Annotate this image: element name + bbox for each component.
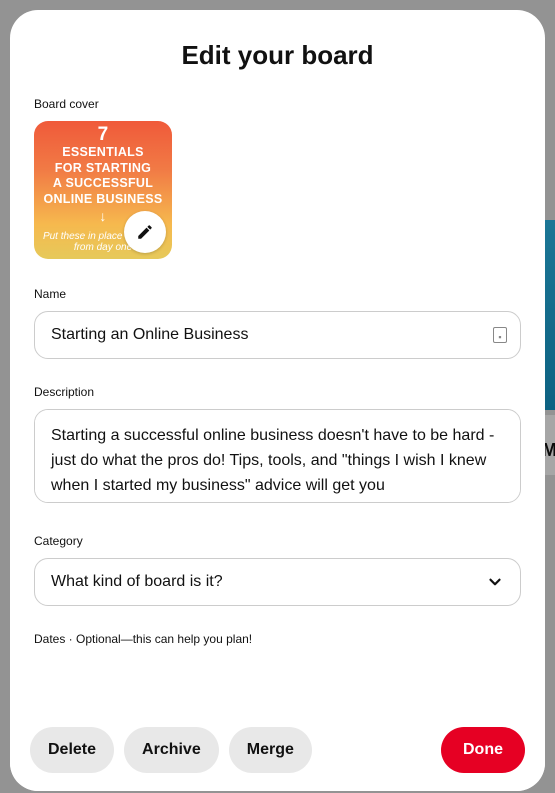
cover-line: FOR STARTING xyxy=(55,161,151,175)
category-field-group: Category What kind of board is it? xyxy=(34,534,521,606)
description-label: Description xyxy=(34,385,521,399)
cover-line-number: 7 xyxy=(42,125,164,144)
dates-field-group: Dates · Optional—this can help you plan! xyxy=(34,632,521,646)
delete-button[interactable]: Delete xyxy=(30,727,114,773)
name-field-group: Name ▪ xyxy=(34,287,521,359)
modal-footer: Delete Archive Merge Done xyxy=(10,709,545,791)
name-label: Name xyxy=(34,287,521,301)
description-input[interactable] xyxy=(34,409,521,503)
chevron-down-icon xyxy=(486,573,504,591)
modal-body: Edit your board Board cover 7 ESSENTIALS… xyxy=(10,10,545,709)
pencil-icon xyxy=(136,223,154,241)
modal-title: Edit your board xyxy=(34,40,521,71)
description-field-group: Description xyxy=(34,385,521,508)
cover-line: ONLINE BUSINESS xyxy=(43,192,162,206)
contact-card-icon: ▪ xyxy=(493,327,507,343)
merge-button[interactable]: Merge xyxy=(229,727,312,773)
cover-line: ESSENTIALS xyxy=(62,145,144,159)
cover-line: A SUCCESSFUL xyxy=(53,176,153,190)
dates-label: Dates · Optional—this can help you plan! xyxy=(34,632,521,646)
archive-button[interactable]: Archive xyxy=(124,727,219,773)
category-select[interactable]: What kind of board is it? xyxy=(34,558,521,606)
category-label: Category xyxy=(34,534,521,548)
category-placeholder: What kind of board is it? xyxy=(51,573,223,591)
edit-cover-button[interactable] xyxy=(124,211,166,253)
edit-board-modal: Edit your board Board cover 7 ESSENTIALS… xyxy=(10,10,545,791)
board-cover-label: Board cover xyxy=(34,97,521,111)
board-cover-thumbnail[interactable]: 7 ESSENTIALS FOR STARTING A SUCCESSFUL O… xyxy=(34,121,172,259)
name-input[interactable] xyxy=(34,311,521,359)
done-button[interactable]: Done xyxy=(441,727,525,773)
